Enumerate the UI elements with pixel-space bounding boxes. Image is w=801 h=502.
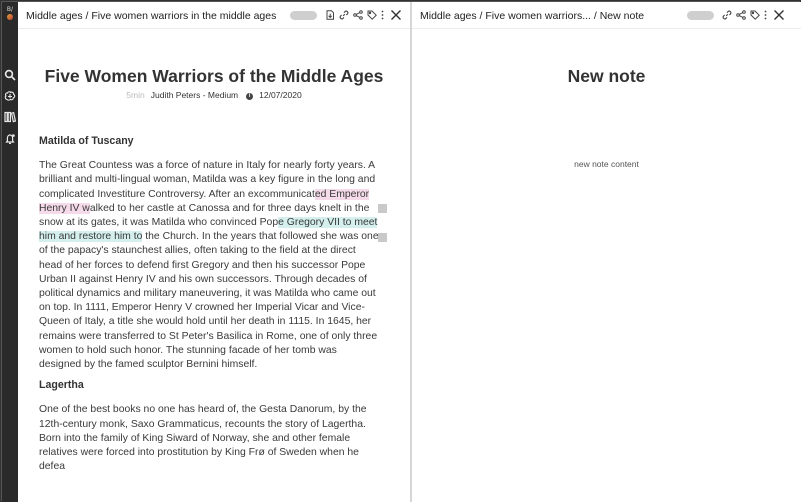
author: Judith Peters - Medium: [150, 90, 239, 100]
info-icon[interactable]: i: [246, 93, 254, 100]
breadcrumb[interactable]: Middle ages / Five women warriors in the…: [26, 10, 276, 22]
document-meta: 5min Judith Peters - Medium i 12/07/2020: [18, 90, 410, 100]
tag-icon[interactable]: [366, 9, 377, 21]
logo-mark-icon: [7, 14, 13, 20]
search-icon[interactable]: [4, 69, 16, 81]
close-icon[interactable]: [773, 9, 785, 21]
download-icon[interactable]: [324, 9, 335, 21]
app-window: B/ Middle ages / Five women warriors in …: [0, 0, 801, 502]
brain-icon[interactable]: [4, 90, 16, 102]
document-toolbar: [290, 9, 402, 21]
left-rail: B/: [2, 2, 18, 502]
app-logo[interactable]: B/: [3, 6, 17, 20]
more-vertical-icon[interactable]: [380, 9, 385, 21]
more-vertical-icon[interactable]: [763, 9, 768, 21]
link-icon[interactable]: [721, 9, 732, 21]
section-heading: Lagertha: [39, 379, 84, 392]
share-icon[interactable]: [352, 9, 363, 21]
publish-date: 12/07/2020: [259, 90, 302, 100]
bell-icon[interactable]: [4, 133, 16, 145]
annotation-marker[interactable]: [378, 204, 387, 213]
logo-text: B/: [6, 6, 14, 13]
paragraph: The Great Countess was a force of nature…: [39, 159, 379, 372]
note-content[interactable]: new note content: [412, 159, 801, 169]
link-icon[interactable]: [338, 9, 349, 21]
text-run: the Church. In the years that followed s…: [39, 231, 379, 371]
note-pane: Middle ages / Five women warriors... / N…: [412, 2, 801, 502]
read-time: 5min: [126, 90, 145, 100]
close-icon[interactable]: [390, 9, 402, 21]
status-pill: [290, 10, 317, 20]
breadcrumb[interactable]: Middle ages / Five women warriors... / N…: [420, 10, 644, 22]
document-pane: Middle ages / Five women warriors in the…: [18, 2, 410, 502]
paragraph: One of the best books no one has heard o…: [39, 404, 367, 473]
status-pill: [687, 10, 714, 20]
section-heading: Matilda of Tuscany: [39, 135, 134, 147]
note-header: Middle ages / Five women warriors... / N…: [412, 2, 801, 29]
document-body: Matilda of Tuscany The Great Countess wa…: [39, 130, 379, 480]
tag-icon[interactable]: [749, 9, 760, 21]
document-title: Five Women Warriors of the Middle Ages: [44, 66, 384, 86]
library-icon[interactable]: [4, 111, 16, 123]
note-title[interactable]: New note: [412, 66, 801, 87]
share-icon[interactable]: [735, 9, 746, 21]
document-header: Middle ages / Five women warriors in the…: [18, 2, 410, 29]
annotation-marker[interactable]: [378, 233, 387, 242]
note-toolbar: [687, 9, 785, 21]
